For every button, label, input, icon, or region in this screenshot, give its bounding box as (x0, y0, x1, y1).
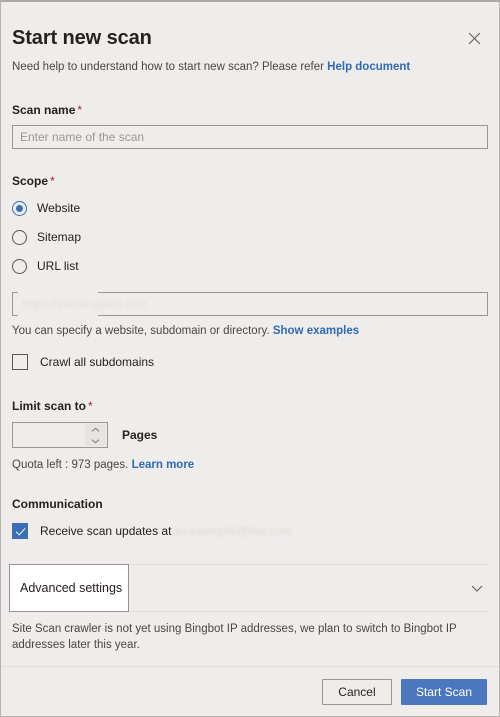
dialog-body: Scan name* Scope* Website Sitemap URL li… (1, 75, 499, 666)
limit-scan-label-text: Limit scan to (12, 399, 87, 413)
receive-updates-checkbox[interactable] (12, 523, 28, 539)
pages-unit-label: Pages (122, 428, 158, 442)
subtitle-text: Need help to understand how to start new… (12, 61, 324, 73)
learn-more-link[interactable]: Learn more (132, 459, 195, 471)
scope-option-website[interactable]: Website (12, 198, 488, 218)
page-title: Start new scan (12, 27, 152, 49)
chevron-down-icon (469, 580, 485, 596)
receive-updates-email-redacted: an.example@live.com (173, 524, 292, 538)
url-help-text-label: You can specify a website, subdomain or … (12, 325, 270, 337)
stepper-buttons (85, 424, 106, 446)
scope-label-text: Scope (12, 174, 49, 188)
scan-name-label-text: Scan name (12, 103, 76, 117)
scope-option-sitemap[interactable]: Sitemap (12, 227, 488, 247)
dialog-footer: Cancel Start Scan (1, 666, 499, 716)
required-marker: * (88, 399, 93, 413)
show-examples-link[interactable]: Show examples (273, 325, 359, 337)
crawl-subdomains-row[interactable]: Crawl all subdomains (12, 352, 488, 372)
start-scan-button[interactable]: Start Scan (400, 678, 487, 705)
limit-scan-stepper[interactable] (12, 422, 108, 448)
scope-option-url-list[interactable]: URL list (12, 256, 488, 276)
receive-updates-row[interactable]: Receive scan updates at an.example@live.… (12, 523, 488, 539)
scan-name-label: Scan name * (12, 102, 488, 118)
url-help-text: You can specify a website, subdomain or … (12, 323, 488, 339)
scope-option-website-label: Website (37, 200, 81, 215)
advanced-settings-toggle[interactable]: Advanced settings (9, 564, 129, 612)
dialog-header: Start new scan Need help to understand h… (1, 2, 499, 75)
advanced-settings-label: Advanced settings (20, 581, 123, 595)
website-url-input[interactable] (12, 292, 488, 316)
scope-option-sitemap-label: Sitemap (37, 229, 82, 244)
limit-scan-input[interactable] (13, 423, 95, 447)
quota-text: Quota left : 973 pages. Learn more (12, 457, 488, 473)
quota-value-label: Quota left : 973 pages. (12, 459, 129, 471)
chevron-up-icon (91, 427, 100, 433)
url-input-placeholder-redacted: https://portal.quilos.pro/ (22, 297, 147, 311)
crawl-subdomains-label: Crawl all subdomains (40, 355, 155, 369)
radio-icon-website[interactable] (12, 200, 27, 216)
communication-label: Communication (12, 497, 103, 511)
scope-label: Scope * (12, 173, 488, 189)
required-marker: * (50, 174, 55, 188)
scan-name-input[interactable] (12, 125, 488, 149)
cancel-button[interactable]: Cancel (321, 678, 392, 705)
stepper-increment-button[interactable] (85, 424, 106, 435)
required-marker: * (77, 103, 83, 117)
stepper-decrement-button[interactable] (85, 435, 106, 446)
radio-icon-sitemap[interactable] (12, 229, 27, 245)
dialog-subtitle: Need help to understand how to start new… (12, 59, 483, 75)
close-button[interactable] (462, 26, 486, 50)
limit-scan-label: Limit scan to * (12, 398, 488, 414)
radio-icon-url-list[interactable] (12, 258, 27, 274)
close-icon (468, 32, 481, 45)
crawler-ip-footnote: Site Scan crawler is not yet using Bingb… (12, 623, 457, 651)
chevron-down-icon (91, 438, 100, 444)
advanced-settings-section: Advanced settings (9, 564, 488, 612)
start-new-scan-dialog: Start new scan Need help to understand h… (0, 0, 500, 717)
receive-updates-label: Receive scan updates at (40, 524, 172, 538)
help-document-link[interactable]: Help document (327, 61, 410, 73)
advanced-settings-expand-button[interactable] (469, 580, 485, 596)
scope-option-url-list-label: URL list (37, 258, 79, 273)
website-url-field: https://portal.quilos.pro/ (12, 292, 488, 316)
limit-scan-row: Pages (12, 422, 488, 448)
crawl-subdomains-checkbox[interactable] (12, 354, 28, 370)
